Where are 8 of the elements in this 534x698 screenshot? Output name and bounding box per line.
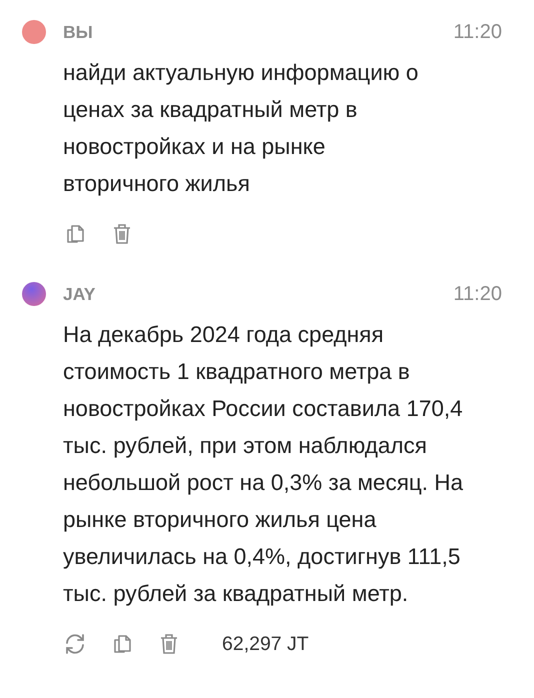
message-text: найди актуальную информацию о ценах за квадратный метр в новостройках и на рынке вторичного жилья [63, 59, 420, 198]
message-time: 11:20 [453, 20, 502, 44]
refresh-icon[interactable] [63, 632, 87, 656]
message-text: На декабрь 2024 года средняя стоимость 1 квадратного метра в новостройках России составила 170,4 тыс. рублей, при этом наблюдался небольшой рост на 0,3% за месяц. На рынке вторичного жилья цена увеличилась на 0,4%, достигнув 111,5 тыс. рублей за квадратный метр. [63, 321, 464, 608]
author-name: JAY [63, 284, 96, 304]
token-count: 62,297 JT [222, 632, 309, 656]
message-time: 11:20 [453, 282, 502, 306]
author-name: ВЫ [63, 22, 93, 42]
